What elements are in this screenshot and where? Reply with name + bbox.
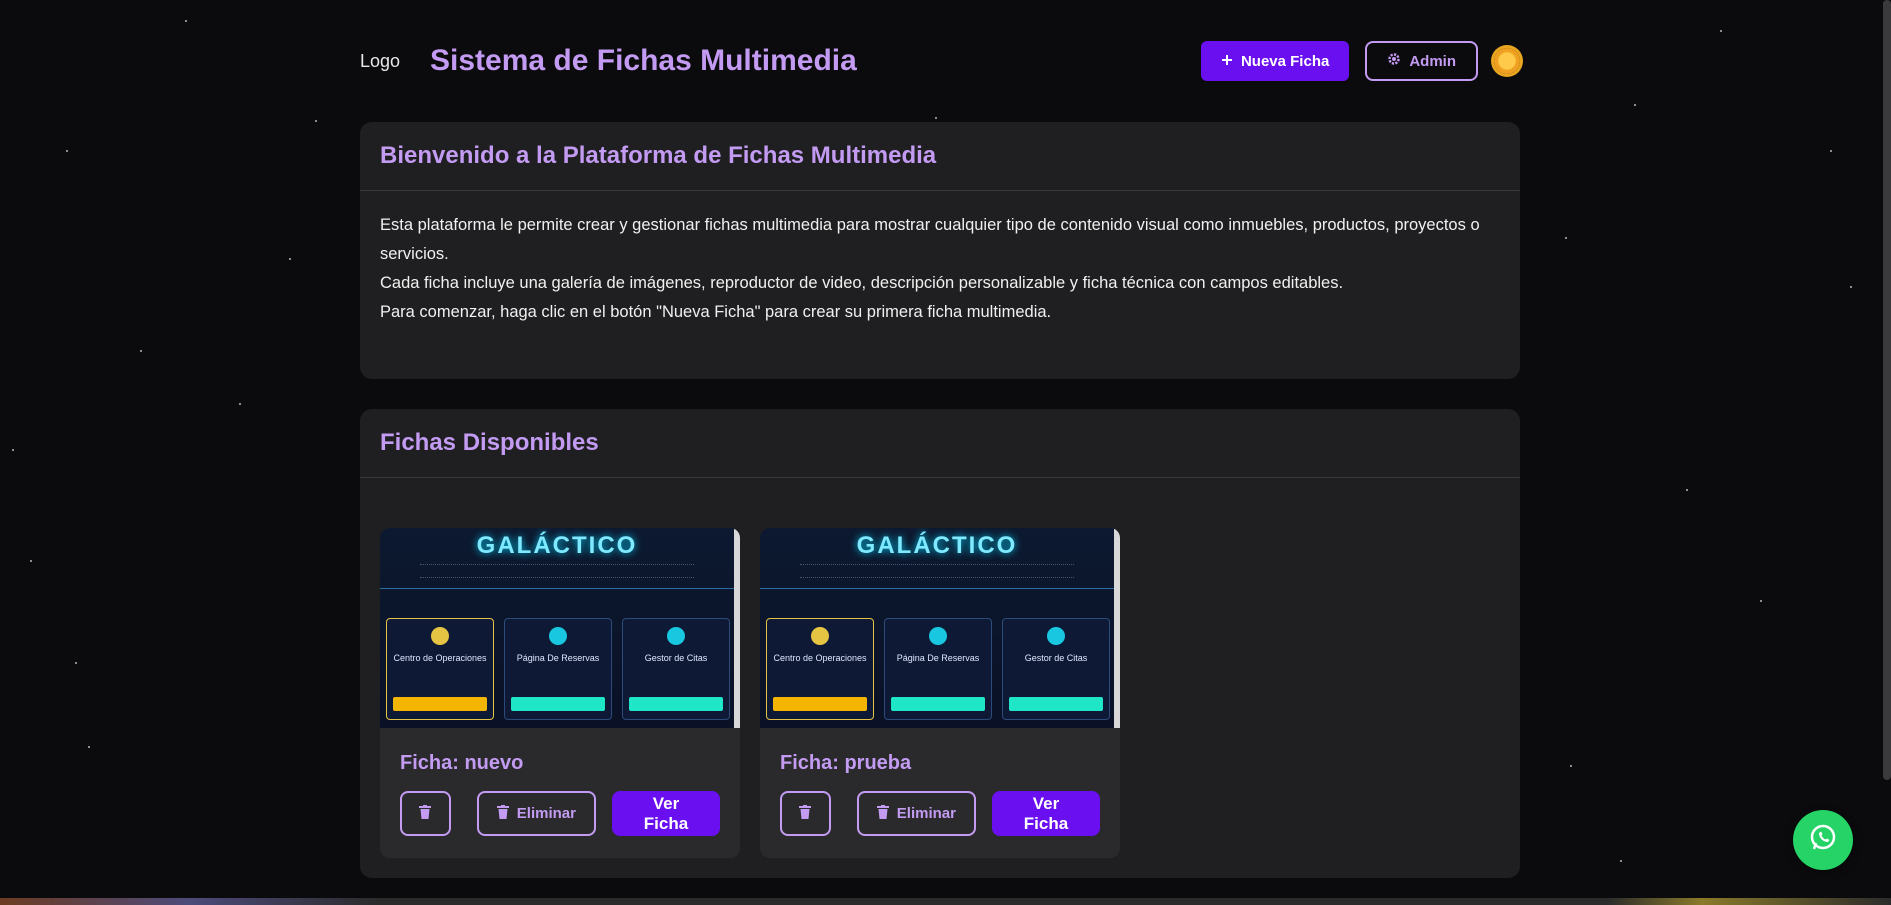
panel-button (1009, 697, 1103, 711)
panel-name: Gestor de Citas (1024, 653, 1088, 663)
ficha-thumbnail[interactable]: GALÁCTICO Centro de Operaciones Página D… (760, 528, 1120, 728)
view-ficha-button[interactable]: Ver Ficha (991, 791, 1100, 836)
thumbnail-divider (760, 588, 1114, 589)
welcome-card-header: Bienvenido a la Plataforma de Fichas Mul… (360, 122, 1520, 191)
page-container: Logo Sistema de Fichas Multimedia Nueva … (360, 0, 1520, 905)
trash-icon-button[interactable] (400, 791, 451, 836)
app-title: Sistema de Fichas Multimedia (430, 44, 857, 77)
panel-name: Centro de Operaciones (393, 653, 487, 663)
thumbnail-panel: Página De Reservas (884, 618, 992, 720)
calendar-icon (667, 627, 685, 645)
admin-button[interactable]: Admin (1365, 41, 1478, 81)
whatsapp-icon (1808, 823, 1838, 858)
panel-name: Gestor de Citas (644, 653, 708, 663)
thumbnail-title: GALÁCTICO (856, 532, 1018, 559)
fichas-grid: GALÁCTICO Centro de Operaciones Página D… (380, 498, 1500, 858)
plus-icon (1221, 53, 1233, 70)
phone-icon (811, 627, 829, 645)
trash-icon (799, 805, 812, 822)
panel-name: Página De Reservas (896, 653, 980, 663)
thumbnail-subtitle (800, 564, 1074, 578)
os-taskbar (0, 898, 1891, 905)
trash-icon (419, 805, 432, 822)
panel-name: Centro de Operaciones (773, 653, 867, 663)
phone-icon (431, 627, 449, 645)
thumbnail-title: GALÁCTICO (476, 532, 638, 559)
document-icon (929, 627, 947, 645)
thumbnail-panel: Gestor de Citas (622, 618, 730, 720)
thumbnail-panel: Gestor de Citas (1002, 618, 1110, 720)
fichas-title: Fichas Disponibles (380, 429, 599, 456)
welcome-card: Bienvenido a la Plataforma de Fichas Mul… (360, 122, 1520, 379)
thumbnail-panel: Centro de Operaciones (766, 618, 874, 720)
fichas-body: GALÁCTICO Centro de Operaciones Página D… (360, 478, 1520, 878)
welcome-paragraph: Cada ficha incluye una galería de imágen… (380, 274, 1344, 292)
thumbnail-subtitle (420, 564, 694, 578)
header-actions: Nueva Ficha Admin (1200, 41, 1520, 81)
delete-button[interactable]: Eliminar (476, 791, 596, 836)
view-ficha-button[interactable]: Ver Ficha (611, 791, 720, 836)
panel-button (511, 697, 605, 711)
ficha-thumbnail[interactable]: GALÁCTICO Centro de Operaciones Página D… (380, 528, 740, 728)
admin-label: Admin (1409, 52, 1456, 70)
welcome-paragraph: Esta plataforma le permite crear y gesti… (380, 216, 1480, 263)
ficha-name: Ficha: nuevo (400, 752, 524, 774)
ficha-card: GALÁCTICO Centro de Operaciones Página D… (380, 528, 740, 858)
fichas-card-header: Fichas Disponibles (360, 409, 1520, 478)
thumbnail-panel: Centro de Operaciones (386, 618, 494, 720)
ficha-actions: Eliminar Ver Ficha (780, 791, 1100, 836)
whatsapp-button[interactable] (1793, 810, 1853, 870)
logo[interactable]: Logo (360, 51, 416, 72)
delete-label: Eliminar (516, 805, 576, 822)
brand: Logo Sistema de Fichas Multimedia (360, 44, 857, 78)
delete-button[interactable]: Eliminar (856, 791, 976, 836)
top-header: Logo Sistema de Fichas Multimedia Nueva … (360, 0, 1520, 122)
ficha-card: GALÁCTICO Centro de Operaciones Página D… (760, 528, 1120, 858)
ficha-actions: Eliminar Ver Ficha (400, 791, 720, 836)
thumbnail-panel: Página De Reservas (504, 618, 612, 720)
scrollbar[interactable] (1883, 0, 1891, 780)
delete-label: Eliminar (896, 805, 956, 822)
gear-icon (1387, 52, 1401, 70)
trash-icon (876, 804, 889, 823)
welcome-paragraph: Para comenzar, haga clic en el botón "Nu… (380, 303, 1052, 321)
panel-button (629, 697, 723, 711)
new-ficha-label: Nueva Ficha (1240, 52, 1330, 70)
ficha-info: Ficha: prueba Eliminar Ver Ficha (760, 728, 1120, 858)
fichas-card: Fichas Disponibles GALÁCTICO Centro de O… (360, 409, 1520, 878)
calendar-icon (1047, 627, 1065, 645)
panel-name: Página De Reservas (516, 653, 600, 663)
ficha-info: Ficha: nuevo Eliminar Ver Ficha (380, 728, 740, 858)
panel-button (891, 697, 985, 711)
new-ficha-button[interactable]: Nueva Ficha (1200, 41, 1350, 81)
trash-icon-button[interactable] (780, 791, 831, 836)
panel-button (393, 697, 487, 711)
sun-icon[interactable] (1494, 48, 1520, 74)
welcome-body: Esta plataforma le permite crear y gesti… (360, 191, 1520, 379)
trash-icon (496, 804, 509, 823)
panel-button (773, 697, 867, 711)
welcome-title: Bienvenido a la Plataforma de Fichas Mul… (380, 142, 937, 169)
thumbnail-divider (380, 588, 734, 589)
ficha-name: Ficha: prueba (780, 752, 912, 774)
document-icon (549, 627, 567, 645)
